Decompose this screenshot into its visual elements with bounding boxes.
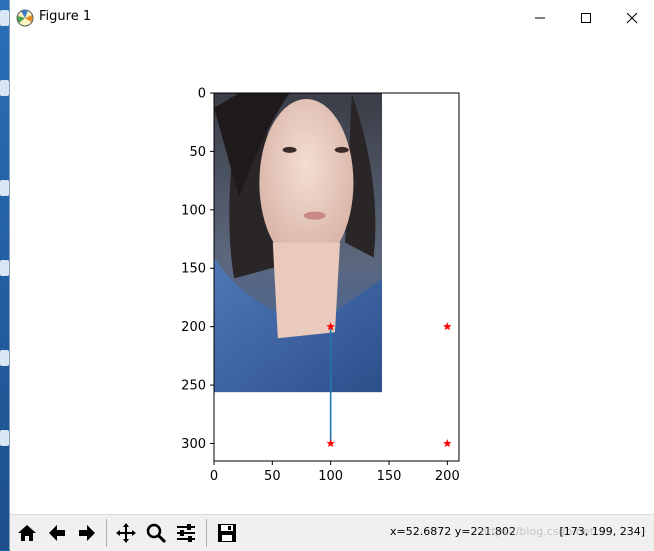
close-button[interactable] — [609, 0, 654, 36]
photo-image — [214, 93, 382, 393]
toolbar-separator — [206, 519, 207, 547]
forward-arrow-icon — [79, 525, 95, 541]
desktop-icon[interactable] — [0, 10, 9, 26]
figure-window: Figure 1 0 50 100 150 200 0 50 100 150 2… — [9, 0, 654, 551]
zoom-icon — [146, 523, 167, 544]
minimize-icon — [535, 17, 545, 19]
title-bar[interactable]: Figure 1 — [10, 0, 654, 36]
lips — [303, 211, 326, 220]
figure-canvas[interactable]: 0 50 100 150 200 0 50 100 150 200 250 300 — [10, 36, 654, 514]
y-axis: 0 50 100 150 200 250 300 — [181, 87, 214, 452]
navigation-toolbar: x=52.6872 y=221.802 https://blog.csdn.ne… — [10, 514, 654, 551]
pan-button[interactable] — [112, 519, 140, 547]
home-button[interactable] — [13, 519, 41, 547]
close-icon — [626, 12, 638, 24]
maximize-icon — [581, 13, 591, 23]
save-icon — [218, 524, 236, 542]
plot-area[interactable]: 0 50 100 150 200 0 50 100 150 200 250 300 — [10, 36, 654, 514]
x-tick-label: 200 — [435, 469, 460, 484]
y-tick-label: 200 — [181, 320, 206, 335]
back-button[interactable] — [43, 519, 71, 547]
star-marker — [443, 322, 452, 331]
pan-icon — [116, 523, 136, 543]
x-tick-label: 150 — [377, 469, 402, 484]
face — [259, 98, 354, 267]
star-marker — [443, 438, 452, 448]
toolbar-separator — [106, 519, 107, 547]
back-arrow-icon — [49, 525, 65, 541]
y-tick-label: 250 — [181, 379, 206, 394]
neck — [272, 242, 340, 339]
desktop-icon[interactable] — [0, 350, 9, 366]
right-eye — [334, 146, 349, 153]
x-tick-label: 0 — [210, 469, 218, 484]
matplotlib-logo-icon — [16, 9, 34, 27]
save-button[interactable] — [213, 519, 241, 547]
configure-subplots-icon — [177, 524, 195, 542]
y-tick-label: 0 — [198, 87, 206, 102]
x-tick-label: 50 — [264, 469, 281, 484]
star-marker — [326, 438, 335, 448]
window-title: Figure 1 — [39, 9, 92, 24]
configure-subplots-button[interactable] — [172, 519, 200, 547]
home-icon — [18, 525, 36, 541]
desktop-icon[interactable] — [0, 430, 9, 446]
x-tick-label: 100 — [318, 469, 343, 484]
desktop-icon[interactable] — [0, 80, 9, 96]
minimize-button[interactable] — [517, 0, 563, 36]
y-tick-label: 150 — [181, 262, 206, 277]
y-tick-label: 300 — [181, 437, 206, 452]
desktop-icon[interactable] — [0, 260, 9, 276]
left-eye — [282, 146, 297, 153]
y-tick-label: 50 — [189, 145, 206, 160]
maximize-button[interactable] — [563, 0, 609, 36]
pixel-value: [173, 199, 234] — [559, 525, 645, 538]
y-tick-label: 100 — [181, 203, 206, 218]
zoom-button[interactable] — [142, 519, 170, 547]
x-axis: 0 50 100 150 200 — [210, 461, 460, 484]
forward-button[interactable] — [73, 519, 101, 547]
desktop-icon[interactable] — [0, 180, 9, 196]
